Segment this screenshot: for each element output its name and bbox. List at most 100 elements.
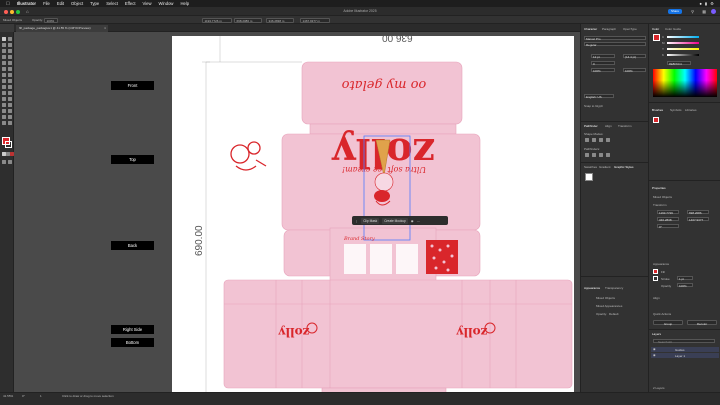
leading-field[interactable]: (14.4 pt) xyxy=(623,54,646,59)
menu-app-name[interactable]: Illustrator xyxy=(17,1,36,6)
type-tool-icon[interactable] xyxy=(2,55,6,59)
search-icon[interactable]: ⚲ xyxy=(691,9,694,14)
lasso-tool-icon[interactable] xyxy=(8,43,12,47)
properties-fill-swatch[interactable] xyxy=(653,269,658,274)
intersect-icon[interactable] xyxy=(599,138,603,142)
shape-builder-tool-icon[interactable] xyxy=(8,85,12,89)
menu-object[interactable]: Object xyxy=(71,1,83,6)
tab-gradient[interactable]: Gradient xyxy=(599,165,611,169)
line-tool-icon[interactable] xyxy=(8,55,12,59)
magic-wand-tool-icon[interactable] xyxy=(2,43,6,47)
properties-h-field[interactable]: 1467.9377 xyxy=(687,217,709,222)
tab-pathfinder[interactable]: Pathfinder xyxy=(584,124,598,128)
color-m-slider[interactable] xyxy=(667,42,699,44)
label-bottom[interactable]: Bottom xyxy=(111,338,154,347)
graphic-style-swatch[interactable] xyxy=(585,173,593,181)
crop-icon[interactable] xyxy=(606,153,610,157)
mascot-illustration[interactable] xyxy=(230,141,267,171)
tracking-field[interactable]: 0 xyxy=(591,61,615,66)
menu-edit[interactable]: Edit xyxy=(57,1,64,6)
divide-icon[interactable] xyxy=(585,153,589,157)
tab-transparency[interactable]: Transparency xyxy=(605,286,623,290)
tab-symbols[interactable]: Symbols xyxy=(670,108,682,112)
scale-tool-icon[interactable] xyxy=(2,79,6,83)
label-top[interactable]: Top xyxy=(111,155,154,164)
selection-tool-icon[interactable] xyxy=(2,37,6,41)
stroke-swatch[interactable] xyxy=(5,141,12,148)
pattern-swatch[interactable] xyxy=(426,240,458,274)
tab-libraries[interactable]: Libraries xyxy=(685,108,697,112)
rotate-tool-icon[interactable] xyxy=(8,73,12,77)
label-back[interactable]: Back xyxy=(111,241,154,250)
properties-opacity-field[interactable]: 100% xyxy=(677,283,693,288)
pencil-tool-icon[interactable] xyxy=(8,67,12,71)
recolor-button[interactable]: Recolor xyxy=(687,320,717,326)
language-select[interactable]: English: US xyxy=(584,94,614,99)
color-c-slider[interactable] xyxy=(667,36,699,38)
brush-swatch[interactable] xyxy=(653,117,659,123)
hand-tool-icon[interactable] xyxy=(8,115,12,119)
label-right-side[interactable]: Right Side xyxy=(111,325,154,334)
properties-stroke-field[interactable]: 1 pt xyxy=(677,276,693,281)
screen-mode-icon[interactable] xyxy=(8,160,12,164)
menu-type[interactable]: Type xyxy=(90,1,99,6)
share-button[interactable]: Share xyxy=(668,9,682,14)
artboard-tool-icon[interactable] xyxy=(8,109,12,113)
horizontal-scale-field[interactable]: 100% xyxy=(623,68,646,73)
canvas[interactable]: zolly oo my gelato Ultra soft ice cream! xyxy=(14,32,580,392)
tab-align[interactable]: Align xyxy=(605,124,612,128)
layers-title[interactable]: Layers xyxy=(652,332,661,336)
free-transform-tool-icon[interactable] xyxy=(2,85,6,89)
tab-paragraph[interactable]: Paragraph xyxy=(602,27,616,31)
tab-color-guide[interactable]: Color Guide xyxy=(665,27,681,31)
width-tool-icon[interactable] xyxy=(8,79,12,83)
document-tab[interactable]: fifi_package_packagive1 @ 41.55 % (CMYK/… xyxy=(16,25,108,32)
more-options-icon[interactable]: ⋯ xyxy=(417,219,420,223)
control-y-field[interactable]: 698.2086 m xyxy=(234,17,262,23)
visibility-eye-icon[interactable]: ◉ xyxy=(653,347,656,351)
zoom-level[interactable]: 41.55% xyxy=(3,394,13,398)
clip-mask-button[interactable]: Clip Mask xyxy=(361,217,380,224)
properties-title[interactable]: Properties xyxy=(652,186,666,190)
apple-icon[interactable]:  xyxy=(6,1,10,7)
properties-stroke-swatch[interactable] xyxy=(653,276,658,281)
menu-help[interactable]: Help xyxy=(180,1,189,6)
appearance-opacity-value[interactable]: Default xyxy=(609,312,619,316)
tab-opentype[interactable]: OpenType xyxy=(623,27,637,31)
draw-mode-icon[interactable] xyxy=(2,160,6,164)
zoom-tool-icon[interactable] xyxy=(2,121,6,125)
hex-field[interactable]: #E8F6C4 xyxy=(667,61,691,66)
label-front[interactable]: Front xyxy=(111,81,154,90)
direct-selection-tool-icon[interactable] xyxy=(8,37,12,41)
rectangle-tool-icon[interactable] xyxy=(2,61,6,65)
mesh-tool-icon[interactable] xyxy=(8,91,12,95)
group-button[interactable]: Group xyxy=(653,320,683,326)
control-center-icon[interactable]: ⚙ xyxy=(710,1,714,6)
menu-view[interactable]: View xyxy=(143,1,152,6)
menu-window[interactable]: Window xyxy=(159,1,174,6)
tab-graphic-styles[interactable]: Graphic Styles xyxy=(614,165,634,169)
menu-select[interactable]: Select xyxy=(106,1,118,6)
layer-row-guides[interactable]: ◉ Guides xyxy=(651,347,719,352)
wifi-icon[interactable]: ● xyxy=(699,1,702,6)
control-x-field[interactable]: 1193.7726 m xyxy=(202,17,232,23)
color-spectrum[interactable] xyxy=(653,69,717,97)
control-h-field[interactable]: 1467.9377 m xyxy=(300,17,330,23)
font-family-select[interactable]: Marvel Pro xyxy=(584,36,646,41)
tab-color[interactable]: Color xyxy=(652,27,659,31)
edit-toolbar-icon[interactable] xyxy=(8,121,12,125)
rotate-view-angle[interactable]: 0° xyxy=(22,394,25,398)
exclude-icon[interactable] xyxy=(606,138,610,142)
properties-w-field[interactable]: 346.2838 xyxy=(657,217,679,222)
workspace-switcher-icon[interactable]: ▦ xyxy=(702,9,706,14)
properties-y-field[interactable]: 698.2086 xyxy=(687,210,709,215)
curvature-tool-icon[interactable] xyxy=(8,49,12,53)
font-style-select[interactable]: Regular xyxy=(584,42,646,47)
layers-search-input[interactable]: Search All xyxy=(653,339,715,344)
control-w-field[interactable]: 346.2838 m xyxy=(266,17,294,23)
color-fill-swatch[interactable] xyxy=(653,34,660,41)
paintbrush-tool-icon[interactable] xyxy=(8,61,12,65)
pen-tool-icon[interactable] xyxy=(2,49,6,53)
blend-tool-icon[interactable] xyxy=(2,103,6,107)
artboard[interactable]: zolly oo my gelato Ultra soft ice cream! xyxy=(172,32,574,392)
